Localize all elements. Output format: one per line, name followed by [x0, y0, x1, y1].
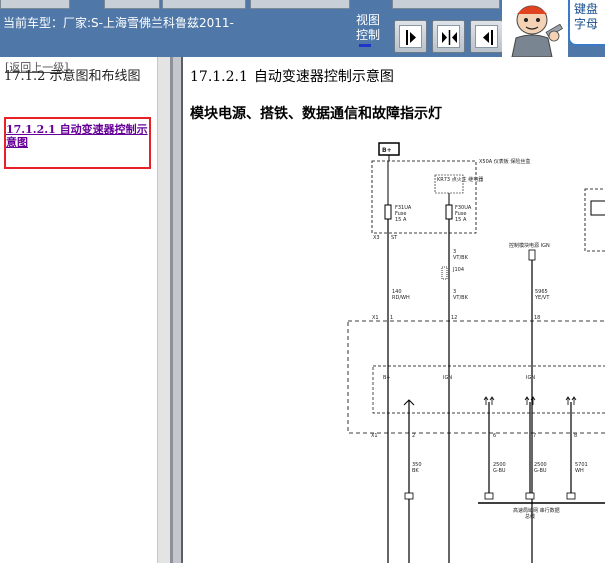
lower-pin6: 6 [493, 433, 496, 439]
section-title: 17.1.2 示意图和布线图 [4, 69, 141, 84]
can1-wire-color: G-BU [493, 468, 506, 474]
lower-pin2: 2 [412, 433, 415, 439]
toolbar-tab-4[interactable] [250, 0, 350, 9]
wire4-color: YE/VT [534, 295, 550, 301]
wiring-diagram: B+ X50A 仪表板 保险丝盒 KR73 点火主 继电器 F31UA Fuse… [347, 142, 605, 563]
current-car-label: 当前车型：厂家:S-上海雪佛兰科鲁兹2011- [3, 16, 234, 30]
bus-label: 高速局域网 串行数据 [513, 507, 560, 514]
module-pin12: 12 [451, 315, 457, 321]
left-nav-panel: [返回上一级] 17.1.2 示意图和布线图 17.1.2.1 自动变速器控制示… [0, 57, 170, 563]
subsection-link[interactable]: 17.1.2.1 自动变速器控制示意图 [6, 123, 148, 149]
terminal-ign2: IGN [526, 375, 535, 381]
splice-label: J104 [452, 267, 464, 273]
lower-pin7: 7 [533, 433, 536, 439]
view-label: 视图 [356, 13, 381, 27]
ground-wire-color: BK [412, 468, 419, 474]
wire3-color: VT/BK [453, 295, 469, 301]
terminal-ign1: IGN [443, 375, 452, 381]
ground-connector [404, 492, 414, 500]
help-text-line2: 字母 [574, 17, 599, 31]
control-underline [359, 44, 371, 47]
relay-label: KR73 点火主 继电器 [437, 176, 483, 183]
top-toolbar: 当前车型：厂家:S-上海雪佛兰科鲁兹2011- 视图 控制 键盘 字母 [0, 0, 605, 57]
connector-x3-pin: ST [391, 235, 398, 241]
help-panel: 键盘 字母 [568, 0, 605, 46]
right-module-box [590, 200, 605, 216]
can2-connector [525, 492, 535, 500]
control-label: 控制 [356, 28, 381, 42]
module-pin18: 18 [534, 315, 540, 321]
battery-label: B+ [382, 147, 392, 154]
panel-splitter[interactable] [170, 57, 183, 563]
fit-both-icon [437, 25, 460, 48]
lower-pin8: 8 [574, 433, 577, 439]
prev-page-button[interactable] [470, 20, 503, 53]
connector-x3: X3 [373, 235, 380, 241]
first-page-button[interactable] [394, 20, 427, 53]
mascot-mechanic-icon [502, 0, 568, 57]
splice-symbol [441, 266, 448, 280]
first-page-icon [399, 25, 422, 48]
view-control-label: 视图 控制 [356, 13, 392, 43]
wire1-color: RD/WH [392, 295, 410, 301]
fuse1-symbol [384, 204, 392, 220]
toolbar-tab-3[interactable] [162, 0, 246, 9]
toolbar-tab-1[interactable] [0, 0, 70, 9]
prev-page-icon [475, 25, 498, 48]
help-text-line1: 键盘 [574, 2, 599, 16]
toolbar-tab-5[interactable] [392, 0, 500, 9]
can2-wire-color: G-BU [534, 468, 547, 474]
content-panel: 17.1.2.1 自动变速器控制示意图 模块电源、搭铁、数据通信和故障指示灯 B+… [183, 57, 605, 563]
right-module-outline [584, 188, 605, 252]
module-connector: X1 [372, 315, 379, 321]
terminal-bplus: B+ [383, 375, 391, 381]
can3-connector [566, 492, 576, 500]
fuse1-amp: 15 A [395, 217, 407, 223]
fuse2-amp: 15 A [455, 217, 467, 223]
fit-both-button[interactable] [432, 20, 465, 53]
wire2-color: VT/BK [453, 255, 469, 261]
toolbar-tab-2[interactable] [104, 0, 160, 9]
fuse2-symbol [445, 204, 453, 220]
bus-sublabel: 总线 [525, 513, 535, 520]
fuse-block-label: X50A 仪表板 保险丝盒 [479, 158, 530, 165]
left-scrollbar[interactable] [157, 57, 170, 563]
can3-wire-color: WH [575, 468, 584, 474]
can1-connector [484, 492, 494, 500]
power-mode-label: 控制模块电源 IGN [509, 242, 550, 249]
module-pin1: 1 [390, 315, 393, 321]
lower-connector: X1 [371, 433, 378, 439]
power-mode-connector [528, 249, 536, 261]
